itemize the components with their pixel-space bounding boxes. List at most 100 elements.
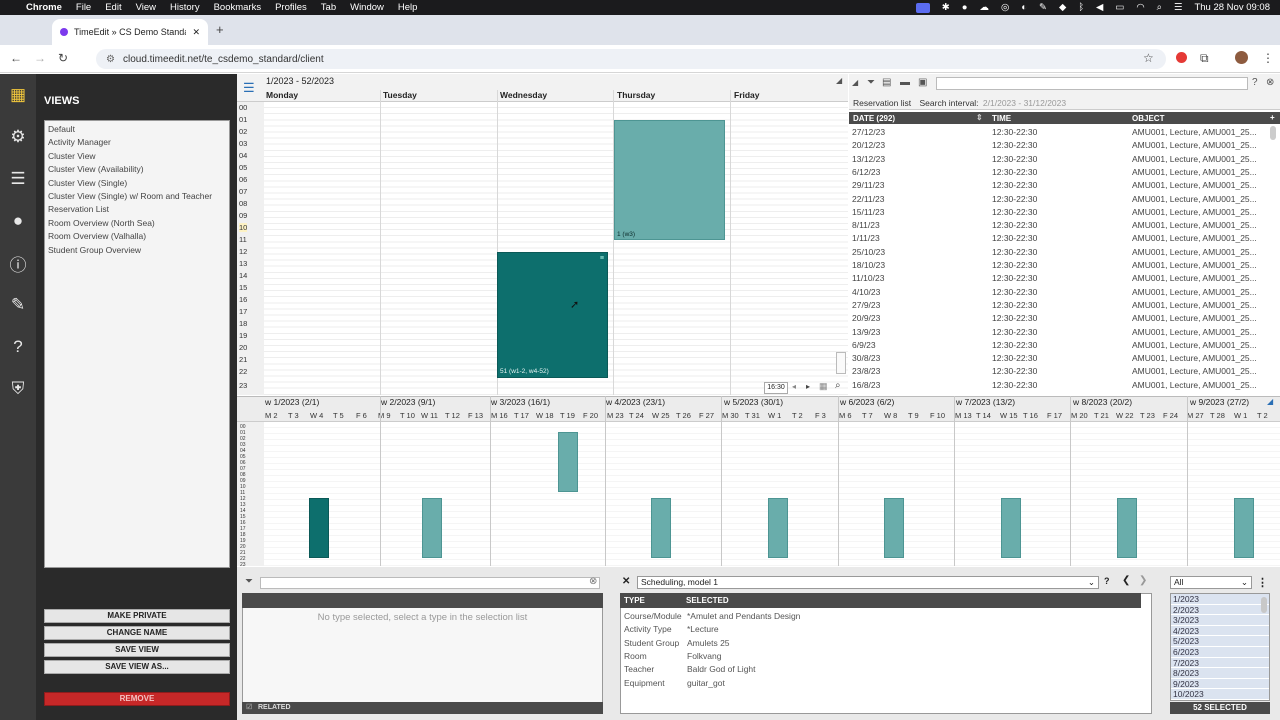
- week-item[interactable]: 7/2023: [1171, 657, 1269, 669]
- table-row[interactable]: 22/11/23 12:30-22:30 AMU001, Lecture, AMU0…: [849, 193, 1269, 206]
- hamburger-menu-icon[interactable]: ☰: [243, 80, 255, 96]
- menu-profiles[interactable]: Profiles: [275, 2, 307, 13]
- save-view-button[interactable]: SAVE VIEW: [44, 643, 230, 657]
- close-tab-icon[interactable]: ✕: [192, 27, 200, 38]
- week-label[interactable]: w 2/2023 (9/1): [381, 397, 435, 407]
- menu-help[interactable]: Help: [398, 2, 418, 13]
- bluetooth-icon[interactable]: ᛒ: [1078, 2, 1084, 13]
- table-row[interactable]: 6/9/23 12:30-22:30 AMU001, Lecture, AMU001…: [849, 339, 1269, 352]
- external-edit-icon[interactable]: ✎: [0, 284, 36, 326]
- menu-app[interactable]: Chrome: [26, 2, 62, 13]
- week-item[interactable]: 2/2023: [1171, 604, 1269, 616]
- view-item[interactable]: Room Overview (Valhalla): [48, 230, 226, 243]
- search-icon[interactable]: ⌕: [1157, 2, 1162, 13]
- table-row[interactable]: 15/11/23 12:30-22:30 AMU001, Lecture, AMU0…: [849, 206, 1269, 219]
- attr-value[interactable]: Folkvang: [687, 651, 722, 661]
- week-label[interactable]: w 9/2023 (27/2): [1190, 397, 1249, 407]
- view-item[interactable]: Default: [48, 123, 226, 136]
- battery-icon[interactable]: ▭: [1115, 2, 1124, 13]
- week-list-scrollbar[interactable]: [1261, 597, 1267, 613]
- attr-value[interactable]: Amulets 25: [687, 638, 730, 648]
- strip-reservation[interactable]: [1001, 498, 1021, 558]
- menu-tab[interactable]: Tab: [321, 2, 336, 13]
- reservation-block-thursday[interactable]: 1 (w3): [614, 120, 725, 240]
- browser-tab[interactable]: TimeEdit » CS Demo Standard ✕: [52, 19, 208, 45]
- help-icon[interactable]: ?: [0, 326, 36, 368]
- chevron-right-icon[interactable]: ❯: [1139, 575, 1147, 586]
- strip-resize-icon[interactable]: ◢: [1267, 397, 1273, 406]
- screen-share-icon[interactable]: [915, 2, 930, 13]
- strip-reservation[interactable]: [558, 432, 578, 492]
- vpn-icon[interactable]: ◐: [1021, 2, 1027, 13]
- gear-icon[interactable]: ⚙: [0, 116, 36, 158]
- table-row[interactable]: 27/9/23 12:30-22:30 AMU001, Lecture, AMU00…: [849, 299, 1269, 312]
- col-object[interactable]: OBJECT: [1132, 114, 1164, 123]
- bookmark-star-icon[interactable]: ☆: [1143, 51, 1154, 65]
- week-label[interactable]: w 7/2023 (13/2): [956, 397, 1015, 407]
- clear-icon[interactable]: ⊗: [1266, 77, 1274, 88]
- clear-filter-icon[interactable]: ⊗: [589, 576, 597, 587]
- menu-window[interactable]: Window: [350, 2, 384, 13]
- week-item[interactable]: 3/2023: [1171, 615, 1269, 626]
- strip-reservation[interactable]: [422, 498, 442, 558]
- col-date[interactable]: DATE (292): [853, 114, 895, 123]
- attr-value[interactable]: *Amulet and Pendants Design: [687, 611, 800, 621]
- attr-value[interactable]: *Lecture: [687, 624, 719, 634]
- settings-icon[interactable]: ✱: [942, 2, 950, 13]
- menu-file[interactable]: File: [76, 2, 91, 13]
- week-label[interactable]: w 4/2023 (23/1): [606, 397, 665, 407]
- week-list[interactable]: 1/2023 2/2023 3/2023 4/2023 5/2023 6/202…: [1170, 593, 1270, 701]
- url-text[interactable]: cloud.timeedit.net/te_csdemo_standard/cl…: [123, 54, 324, 65]
- attr-value[interactable]: guitar_got: [687, 678, 725, 688]
- address-bar[interactable]: ⚙ cloud.timeedit.net/te_csdemo_standard/…: [96, 49, 1166, 69]
- pin-icon[interactable]: ≡: [600, 255, 604, 262]
- sort-icon[interactable]: ⇕: [976, 113, 983, 122]
- week-filter-select[interactable]: All ⌄: [1170, 576, 1252, 589]
- week-item[interactable]: 5/2023: [1171, 636, 1269, 647]
- list-icon[interactable]: ☰: [0, 158, 36, 200]
- filter-icon[interactable]: ⏷: [245, 576, 253, 587]
- shield-icon[interactable]: ⛨: [0, 368, 36, 410]
- filter-icon[interactable]: ⏷: [867, 77, 875, 88]
- zoom-search-icon[interactable]: ⌕: [835, 380, 841, 391]
- table-row[interactable]: 13/12/23 12:30-22:30 AMU001, Lecture, AMU0…: [849, 153, 1269, 166]
- menu-history[interactable]: History: [170, 2, 200, 13]
- table-row[interactable]: 8/11/23 12:30-22:30 AMU001, Lecture, AMU00…: [849, 219, 1269, 232]
- list-scrollbar[interactable]: [1270, 126, 1276, 140]
- table-row[interactable]: 29/11/23 12:30-22:30 AMU001, Lecture, AMU0…: [849, 179, 1269, 192]
- related-checkbox[interactable]: ☑: [246, 702, 252, 714]
- make-private-button[interactable]: MAKE PRIVATE: [44, 609, 230, 623]
- forward-icon[interactable]: →: [34, 51, 46, 65]
- table-row[interactable]: 20/12/23 12:30-22:30 AMU001, Lecture, AMU0…: [849, 139, 1269, 152]
- view-item[interactable]: Student Group Overview: [48, 244, 226, 257]
- week-range[interactable]: 1/2023 - 52/2023: [266, 76, 334, 86]
- calendar-small-icon[interactable]: ▦: [819, 381, 828, 392]
- week-item[interactable]: 10/2023: [1171, 689, 1269, 700]
- extension-icon[interactable]: [1176, 52, 1187, 63]
- week-label[interactable]: w 3/2023 (16/1): [491, 397, 550, 407]
- table-row[interactable]: 20/9/23 12:30-22:30 AMU001, Lecture, AMU00…: [849, 312, 1269, 325]
- week-item[interactable]: 9/2023: [1171, 678, 1269, 690]
- add-column-icon[interactable]: +: [1270, 113, 1275, 122]
- menu-view[interactable]: View: [136, 2, 156, 13]
- selection-filter-input[interactable]: [260, 577, 600, 589]
- resize-icon[interactable]: ◢: [836, 76, 842, 85]
- menu-edit[interactable]: Edit: [105, 2, 121, 13]
- table-row[interactable]: 16/8/23 12:30-22:30 AMU001, Lecture, AMU00…: [849, 379, 1269, 392]
- dropbox-icon[interactable]: ◆: [1059, 2, 1066, 13]
- reload-icon[interactable]: ↻: [58, 51, 68, 65]
- strip-reservation[interactable]: [651, 498, 671, 558]
- strip-reservation[interactable]: [768, 498, 788, 558]
- view-item[interactable]: Cluster View (Single): [48, 177, 226, 190]
- attr-value[interactable]: Baldr God of Light: [687, 664, 756, 674]
- control-center-icon[interactable]: ☰: [1174, 2, 1183, 13]
- info-icon[interactable]: ⓘ: [0, 242, 36, 284]
- table-row[interactable]: 25/10/23 12:30-22:30 AMU001, Lecture, AMU0…: [849, 246, 1269, 259]
- extensions-puzzle-icon[interactable]: ⧉: [1200, 51, 1209, 66]
- user-icon[interactable]: ●: [0, 200, 36, 242]
- columns-icon[interactable]: ▤: [882, 77, 891, 88]
- sync-icon[interactable]: ◎: [1001, 2, 1009, 13]
- table-row[interactable]: 11/10/23 12:30-22:30 AMU001, Lecture, AMU0…: [849, 272, 1269, 285]
- week-label[interactable]: w 5/2023 (30/1): [724, 397, 783, 407]
- clock-text[interactable]: Thu 28 Nov 09:08: [1194, 2, 1270, 13]
